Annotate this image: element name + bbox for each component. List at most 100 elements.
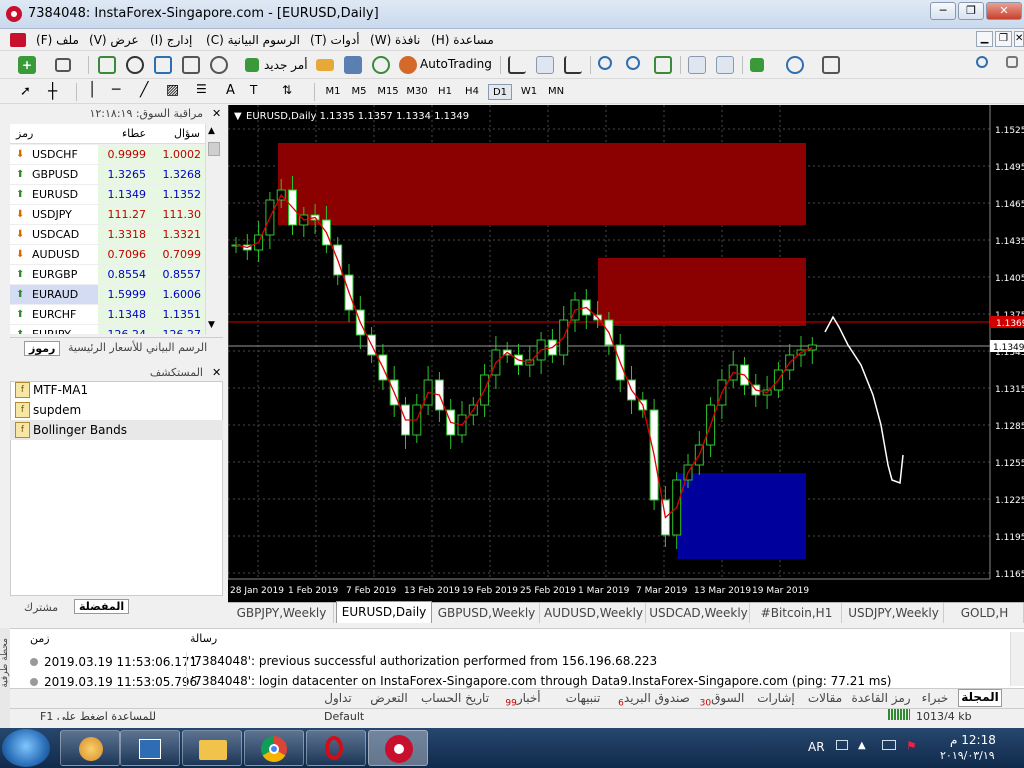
crosshair-icon[interactable]: ┼: [48, 82, 57, 100]
signals-icon[interactable]: [372, 56, 390, 74]
terminal-tab[interactable]: إشارات: [752, 691, 800, 705]
menu-help[interactable]: مساعدة (H): [431, 33, 494, 47]
tf-m5[interactable]: M5: [348, 84, 370, 100]
terminal-tab[interactable]: تاريخ الحساب: [418, 691, 492, 705]
chart-shift-icon[interactable]: [716, 56, 734, 74]
market-watch-icon[interactable]: [98, 56, 116, 74]
new-chart-icon[interactable]: +: [18, 56, 36, 74]
chart-tab[interactable]: USDCAD,Weekly: [648, 603, 750, 623]
message-column-header[interactable]: رسالة: [190, 632, 217, 645]
tab-favorites[interactable]: المفضلة: [74, 599, 130, 614]
periods-icon[interactable]: [786, 56, 804, 74]
instaforex-terminal-icon[interactable]: [368, 730, 428, 766]
terminal-tab[interactable]: مقالات: [804, 691, 846, 705]
vertical-line-icon[interactable]: │: [88, 82, 96, 98]
tf-h1[interactable]: H1: [435, 84, 455, 100]
market-watch-row[interactable]: ⬆ EURUSD 1.1349 1.1352: [10, 185, 205, 205]
restore-button[interactable]: ❐: [958, 2, 984, 20]
keyboard-icon[interactable]: [836, 740, 848, 750]
terminal-tab[interactable]: رمز القاعدة: [850, 691, 912, 705]
navigator-item[interactable]: f MTF-MA1: [10, 380, 223, 400]
search-icon[interactable]: [976, 56, 988, 68]
tf-w1[interactable]: W1: [518, 84, 540, 100]
close-button[interactable]: ✕: [986, 2, 1022, 20]
autotrading-icon[interactable]: [399, 56, 417, 74]
market-watch-close-icon[interactable]: ✕: [212, 107, 221, 120]
symbol-column-header[interactable]: رمز: [16, 127, 33, 140]
clock-date[interactable]: ٢٠١٩/٠٣/١٩: [940, 749, 995, 762]
menu-view[interactable]: عرض (V): [89, 33, 139, 47]
text-label-icon[interactable]: T: [250, 83, 257, 97]
horizontal-line-icon[interactable]: ─: [112, 82, 120, 98]
arrows-icon[interactable]: ⇅: [282, 83, 292, 97]
time-column-header[interactable]: زمن: [30, 632, 50, 645]
zoom-in-icon[interactable]: [598, 56, 612, 70]
chart-tab[interactable]: GBPJPY,Weekly: [230, 603, 334, 623]
menu-window[interactable]: نافذة (W): [370, 33, 420, 47]
market-watch-row[interactable]: ⬇ AUDUSD 0.7096 0.7099: [10, 245, 205, 265]
menu-charts[interactable]: الرسوم البيانية (C): [206, 33, 300, 47]
market-watch-row[interactable]: ⬇ USDCHF 0.9999 1.0002: [10, 145, 205, 165]
market-watch-row[interactable]: ⬆ EURAUD 1.5999 1.6006: [10, 285, 205, 305]
bid-column-header[interactable]: عطاء: [122, 127, 146, 140]
terminal-tab[interactable]: السوق30: [696, 691, 748, 708]
chart-collapse-icon[interactable]: ▼: [234, 111, 242, 122]
profiles-icon[interactable]: [55, 58, 71, 72]
opera-icon[interactable]: [306, 730, 366, 766]
tf-d1[interactable]: D1: [488, 84, 512, 100]
chart-tab[interactable]: GOLD,H: [946, 603, 1024, 623]
mdi-restore-button[interactable]: ❐: [995, 31, 1012, 47]
market-watch-row[interactable]: ⬆ EURCHF 1.1348 1.1351: [10, 305, 205, 325]
tf-mn[interactable]: MN: [544, 84, 568, 100]
flag-icon[interactable]: ⚑: [906, 739, 917, 753]
templates-icon[interactable]: [822, 56, 840, 74]
tf-m1[interactable]: M1: [322, 84, 344, 100]
price-chart[interactable]: 1.15251.14951.14651.14351.14051.13751.13…: [228, 105, 1024, 602]
chat-icon[interactable]: [1006, 56, 1018, 68]
market-watch-row[interactable]: ⬆ GBPUSD 1.3265 1.3268: [10, 165, 205, 185]
new-order-icon[interactable]: [245, 58, 259, 72]
menu-tools[interactable]: أدوات (T): [310, 33, 360, 47]
mdi-minimize-button[interactable]: ▁: [976, 31, 993, 47]
tab-common[interactable]: مشترك: [24, 601, 58, 614]
chart-tab[interactable]: GBPUSD,Weekly: [434, 603, 540, 623]
tray-expand-icon[interactable]: ▲: [858, 740, 866, 751]
terminal-tab[interactable]: التعرض: [364, 691, 414, 705]
strategy-tester-icon[interactable]: [210, 56, 228, 74]
fibonacci-icon[interactable]: ☰: [196, 82, 207, 96]
menu-insert[interactable]: إدارج (I): [150, 33, 192, 47]
terminal-tab[interactable]: صندوق البريد6: [616, 691, 692, 708]
chart-tab-active[interactable]: EURUSD,Daily: [336, 601, 432, 623]
navigator-icon[interactable]: [154, 56, 172, 74]
market-watch-row[interactable]: ⬆ EURJPY 126.24 126.27: [10, 325, 205, 335]
terminal-tab[interactable]: خبراء: [916, 691, 954, 705]
tab-symbols[interactable]: رموز: [24, 341, 61, 356]
bar-chart-icon[interactable]: [508, 56, 526, 74]
channel-icon[interactable]: ▨: [166, 82, 179, 98]
cursor-icon[interactable]: ➚: [20, 84, 31, 99]
candlestick-icon[interactable]: [536, 56, 554, 74]
text-icon[interactable]: A: [226, 83, 235, 98]
menu-file[interactable]: ملف (F): [36, 33, 79, 47]
terminal-tab[interactable]: تداول: [316, 691, 360, 705]
market-watch-scrollbar[interactable]: ▲ ▼: [205, 124, 222, 335]
new-order-button[interactable]: أمر جديد: [264, 58, 308, 72]
mdi-close-button[interactable]: ✕: [1014, 31, 1024, 47]
tf-m15[interactable]: M15: [375, 84, 401, 100]
autotrading-button[interactable]: AutoTrading: [420, 57, 492, 71]
tab-tick-chart[interactable]: الرسم البياني للأسعار الرئيسية: [68, 341, 207, 354]
terminal-tab[interactable]: تنبيهات: [554, 691, 612, 705]
clock-time[interactable]: 12:18 م: [950, 733, 996, 747]
chart-tab[interactable]: USDJPY,Weekly: [844, 603, 944, 623]
network-icon[interactable]: [882, 740, 896, 750]
chrome-icon[interactable]: [244, 730, 304, 766]
navigator-item[interactable]: f Bollinger Bands: [10, 420, 223, 440]
terminal-tab[interactable]: المجلة: [958, 689, 1002, 707]
market-watch-row[interactable]: ⬆ EURGBP 0.8554 0.8557: [10, 265, 205, 285]
navigator-item[interactable]: f supdem: [10, 400, 223, 420]
file-explorer-icon[interactable]: [182, 730, 242, 766]
metaeditor-icon[interactable]: [316, 59, 334, 71]
navigator-close-icon[interactable]: ✕: [212, 366, 221, 379]
terminal-tab[interactable]: أخبار99: [496, 691, 550, 708]
indicators-icon[interactable]: [750, 58, 764, 72]
